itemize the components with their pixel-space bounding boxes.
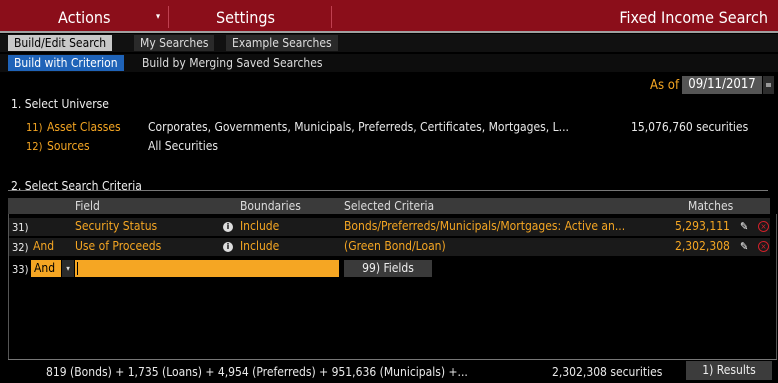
asset-classes-value: Corporates, Governments, Municipals, Pre…: [148, 120, 569, 134]
tab-bar: [0, 34, 778, 52]
sources-link[interactable]: Sources: [47, 139, 90, 153]
table-border-bottom: [8, 359, 777, 360]
settings-menu[interactable]: Settings: [216, 8, 275, 27]
close-circle-icon[interactable]: ×: [758, 221, 769, 232]
page-title: Fixed Income Search: [619, 8, 768, 27]
text-cursor: [77, 262, 78, 275]
column-header-matches: Matches: [688, 199, 734, 213]
as-of-label: As of: [650, 78, 680, 93]
results-summary: 819 (Bonds) + 1,735 (Loans) + 4,954 (Pre…: [46, 365, 468, 379]
column-header-boundaries: Boundaries: [240, 199, 301, 213]
row-field[interactable]: Use of Proceeds: [75, 239, 161, 253]
actions-menu[interactable]: Actions: [58, 8, 111, 27]
row-matches: 5,293,111: [675, 219, 730, 233]
pencil-icon[interactable]: ✎: [740, 220, 748, 233]
row-conjunction: And: [33, 239, 55, 253]
column-header-selected-criteria: Selected Criteria: [344, 199, 435, 213]
sources-value: All Securities: [148, 139, 219, 153]
row-selected-criteria[interactable]: (Green Bond/Loan): [344, 239, 446, 253]
close-circle-icon[interactable]: ×: [758, 241, 769, 252]
info-icon[interactable]: i: [223, 222, 233, 232]
menu-bar-divider: [0, 31, 778, 33]
asset-classes-number: 11): [26, 121, 43, 134]
table-border-right: [776, 214, 777, 360]
subtab-build-by-merging[interactable]: Build by Merging Saved Searches: [136, 55, 329, 71]
pencil-icon[interactable]: ✎: [740, 240, 748, 253]
row-matches: 2,302,308: [675, 239, 730, 253]
menu-separator: [168, 6, 169, 28]
chevron-down-icon[interactable]: ▾: [156, 12, 160, 22]
chevron-down-icon[interactable]: ▾: [62, 260, 74, 277]
row-boundary[interactable]: Include: [240, 239, 279, 253]
row-selected-criteria[interactable]: Bonds/Preferreds/Municipals/Mortgages: A…: [344, 219, 625, 233]
table-border-left: [8, 214, 9, 360]
sources-number: 12): [26, 140, 43, 153]
criterion-search-input[interactable]: [75, 260, 339, 277]
row-number: 33): [12, 263, 29, 276]
results-button[interactable]: 1) Results: [686, 361, 772, 380]
row-boundary[interactable]: Include: [240, 219, 279, 233]
universe-count: 15,076,760 securities: [631, 120, 749, 134]
fields-button[interactable]: 99) Fields: [344, 260, 432, 277]
conjunction-select[interactable]: And: [31, 260, 61, 277]
menu-separator: [331, 6, 332, 28]
column-header-field: Field: [75, 199, 100, 213]
tab-example-searches[interactable]: Example Searches: [226, 35, 338, 51]
calendar-button[interactable]: [763, 76, 774, 94]
row-field[interactable]: Security Status: [75, 219, 157, 233]
tab-my-searches[interactable]: My Searches: [134, 35, 215, 51]
asset-classes-link[interactable]: Asset Classes: [47, 120, 121, 134]
results-count: 2,302,308 securities: [552, 365, 663, 379]
calendar-icon: [766, 83, 771, 87]
info-icon[interactable]: i: [223, 242, 233, 252]
universe-heading: 1. Select Universe: [11, 97, 109, 111]
row-number: 31): [12, 221, 29, 234]
section-divider: [8, 190, 768, 191]
tab-build-edit-search[interactable]: Build/Edit Search: [8, 35, 113, 51]
subtab-build-with-criterion[interactable]: Build with Criterion: [8, 55, 124, 71]
as-of-date-field[interactable]: 09/11/2017: [682, 76, 762, 94]
row-number: 32): [12, 241, 29, 254]
